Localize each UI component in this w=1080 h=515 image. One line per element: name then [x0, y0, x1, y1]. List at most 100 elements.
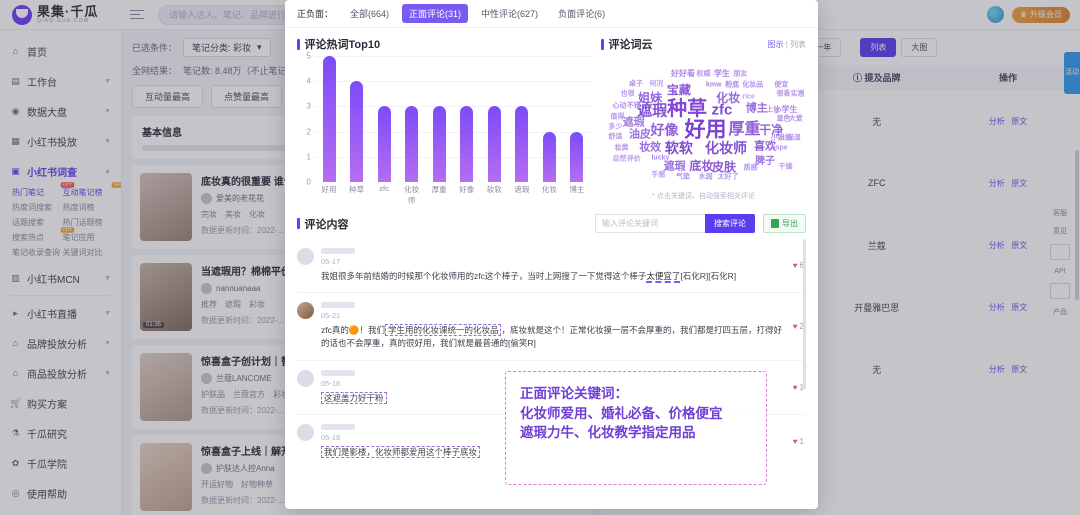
chart-bar-wrapper[interactable]: [512, 56, 532, 182]
wordcloud-word[interactable]: 干燥: [779, 163, 793, 170]
wordcloud-word[interactable]: lucky: [651, 154, 669, 161]
wordcloud-word[interactable]: 舒适: [608, 133, 622, 140]
chart-bar-wrapper[interactable]: [484, 56, 504, 182]
wordcloud-word[interactable]: 粉底: [725, 82, 739, 89]
wordcloud-word[interactable]: 朋友: [733, 71, 747, 78]
annotation-callout: 正面评论关键词： 化妆师爱用、婚礼必备、价格便宜 遮瑕力牛、化妆教学指定用品: [505, 371, 767, 485]
wordcloud-section: 评论词云 图示 | 列表 好用 种草 厚重 遮瑕 好像 软软 化妆师 zfc 宝藏 姐妹 化妆 博主干…: [601, 36, 806, 202]
toggle-list[interactable]: 列表: [790, 40, 806, 49]
x-tick-label: zfc: [379, 184, 389, 193]
chart-bar[interactable]: [405, 106, 419, 182]
wordcloud-word[interactable]: 学生: [714, 70, 730, 78]
wordcloud-word[interactable]: 遮瑕: [623, 117, 645, 129]
chart-bar-wrapper[interactable]: [319, 56, 339, 182]
wordcloud-word[interactable]: 上妆: [766, 107, 780, 114]
x-tick-label: 种草: [349, 185, 365, 194]
wordcloud-word[interactable]: 妆类: [615, 145, 629, 152]
wordcloud-word[interactable]: 油皮: [629, 129, 651, 141]
chart-bar-wrapper[interactable]: [347, 56, 367, 182]
wordcloud-word[interactable]: 底妆: [689, 160, 713, 172]
chart-bar[interactable]: [322, 56, 336, 182]
wordcloud-word[interactable]: 姐妹: [638, 92, 662, 104]
wordcloud-word[interactable]: 好用: [685, 119, 727, 140]
wordcloud-word[interactable]: 脾子: [755, 156, 775, 167]
wordcloud-word[interactable]: 好好看: [671, 70, 695, 78]
wordcloud-word[interactable]: 保湿: [787, 134, 801, 141]
wordcloud-word[interactable]: 手感: [651, 171, 665, 178]
tab-negative[interactable]: 负面评论(6): [551, 4, 612, 23]
wordcloud-word[interactable]: 质感: [744, 165, 758, 172]
wordcloud-word[interactable]: 何况: [649, 80, 663, 87]
wordcloud-word[interactable]: 水润: [699, 174, 713, 181]
wordcloud-word[interactable]: kmw: [706, 82, 722, 89]
chart-bar[interactable]: [515, 106, 529, 182]
chart-bar[interactable]: [377, 106, 391, 182]
wordcloud-word[interactable]: 种草: [667, 99, 707, 119]
wordcloud-word[interactable]: 多少: [608, 124, 622, 131]
wordcloud-word[interactable]: 评价: [627, 155, 641, 162]
wordcloud-word[interactable]: 遮瑕: [664, 161, 686, 172]
wordcloud-word[interactable]: 太好了: [718, 174, 739, 181]
sentiment-tabbar[interactable]: 正负面： 全部(664) 正面评论(31) 中性评论(627) 负面评论(6): [285, 0, 818, 28]
wordcloud-word[interactable]: 实惠: [791, 91, 805, 98]
comment-text-before: zfc真的🟠！我们: [321, 325, 385, 336]
wordcloud-word[interactable]: 博主: [746, 103, 768, 114]
wordcloud-word[interactable]: 桌子: [629, 80, 643, 87]
chart-bar-wrapper[interactable]: [374, 56, 394, 182]
toggle-graph[interactable]: 图示: [767, 40, 783, 49]
tab-neutral[interactable]: 中性评论(627): [474, 4, 545, 23]
chart-bar[interactable]: [432, 106, 446, 182]
comment-export-button[interactable]: 导出: [763, 214, 806, 233]
chart-bar-wrapper[interactable]: [402, 56, 422, 182]
wordcloud-hint: * 点击关键词，自动搜索相关评论: [652, 193, 755, 200]
comment-search-button[interactable]: 搜索评论: [705, 214, 755, 233]
comments-search-group[interactable]: 输入评论关键词 搜索评论 导出: [595, 214, 806, 233]
wordcloud-word[interactable]: 宝藏: [667, 84, 691, 96]
chart-bar[interactable]: [460, 106, 474, 182]
wordcloud-word[interactable]: 不错: [627, 103, 641, 110]
wordcloud-word[interactable]: rice: [742, 93, 754, 100]
wordcloud-word[interactable]: hope: [771, 145, 788, 152]
wordcloud-word[interactable]: 大爱: [789, 116, 803, 123]
wordcloud-view-toggle[interactable]: 图示 | 列表: [767, 39, 806, 50]
wordcloud-word[interactable]: 化妆品: [742, 82, 763, 89]
tab-positive[interactable]: 正面评论(31): [402, 4, 469, 23]
wordcloud-word[interactable]: 厚重: [728, 121, 760, 138]
chart-bar[interactable]: [570, 131, 584, 182]
x-tick-label: 软软: [486, 185, 502, 194]
chart-bar-wrapper[interactable]: [457, 56, 477, 182]
hotwords-section: 评论热词Top10 0 1 2 3 4 5 好用 种草 zfc 化妆师 厚重 好像 软软 遮瑕 化妆 博主: [297, 36, 591, 205]
wordcloud-word[interactable]: 值得: [610, 113, 624, 120]
chart-bar[interactable]: [542, 131, 556, 182]
y-tick-label: 2: [306, 127, 311, 137]
chart-bar-wrapper[interactable]: [429, 56, 449, 182]
hotwords-bar-chart: 0 1 2 3 4 5 好用 种草 zfc 化妆师 厚重 好像 软软 遮瑕 化妆 博主: [297, 52, 591, 205]
heart-icon: ♥: [792, 261, 798, 271]
wordcloud-word[interactable]: 很香: [776, 91, 790, 98]
wordcloud-word[interactable]: 妆效: [639, 142, 661, 154]
x-tick-label: 化妆: [541, 185, 557, 194]
wordcloud-word[interactable]: 也很: [621, 91, 635, 98]
comment-search-input[interactable]: 输入评论关键词: [595, 214, 705, 233]
chart-bar[interactable]: [487, 106, 501, 182]
wordcloud-word[interactable]: 便宜: [774, 82, 788, 89]
chart-bar-wrapper[interactable]: [567, 56, 587, 182]
avatar: [297, 248, 314, 265]
wordcloud-word[interactable]: 皮肤: [712, 161, 736, 173]
wordcloud-word[interactable]: 心动: [612, 103, 626, 110]
wordcloud-word[interactable]: 权威: [697, 71, 711, 78]
wordcloud-word[interactable]: 气垫: [676, 174, 690, 181]
wordcloud-canvas[interactable]: 好用 种草 厚重 遮瑕 好像 软软 化妆师 zfc 宝藏 姐妹 化妆 博主 干净 妆效 遮瑕 油皮 喜欢 底妆 皮肤…: [601, 56, 806, 188]
wordcloud-word[interactable]: 显色: [776, 116, 790, 123]
chart-bar-wrapper[interactable]: [539, 56, 559, 182]
comment-search-placeholder: 输入评论关键词: [602, 219, 658, 228]
wordcloud-word[interactable]: 好像: [651, 123, 679, 137]
comments-scrollbar[interactable]: [803, 239, 806, 389]
wordcloud-word[interactable]: 化妆: [716, 92, 740, 104]
wordcloud-word[interactable]: 自然: [612, 155, 626, 162]
comment-text-highlight: 我们是影楼，化妆师都爱用这个棒子底妆: [321, 445, 481, 458]
wordcloud-word[interactable]: 化妆师: [705, 141, 747, 155]
chart-bar[interactable]: [350, 81, 364, 182]
tab-all[interactable]: 全部(664): [343, 4, 396, 23]
comment-text: zfc真的🟠！我们 学生用的化妆课统一的化妆品 ，底妆就是这个！正常化妆摸一层不会厚…: [321, 324, 786, 350]
